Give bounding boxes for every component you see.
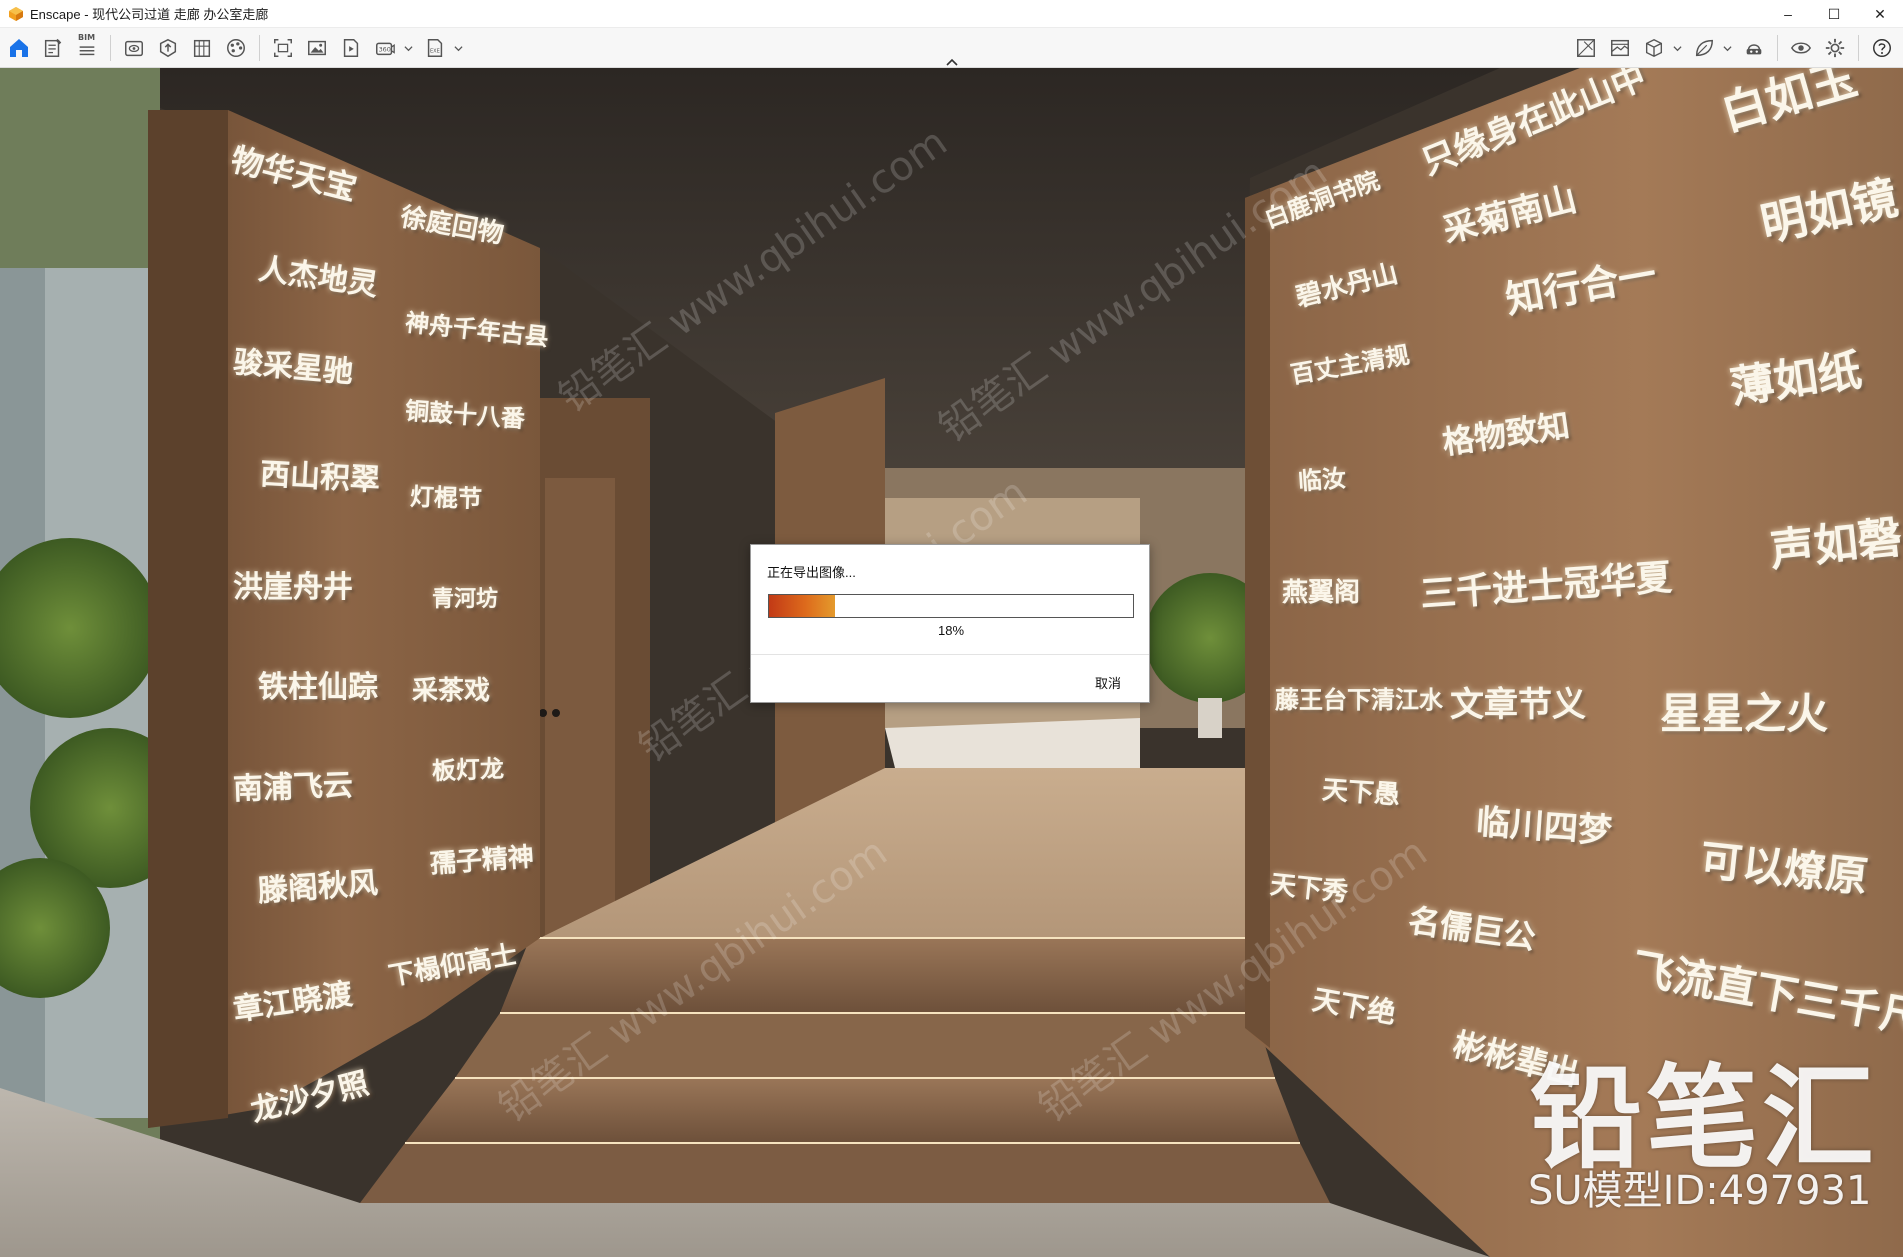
- vr-headset-icon: [1746, 44, 1762, 55]
- exe-export-icon: EXE: [427, 39, 443, 57]
- cancel-button[interactable]: 取消: [1089, 671, 1127, 694]
- toolbar-collapse-toggle[interactable]: [941, 56, 963, 68]
- wall-text-left: 西山积翠: [259, 456, 381, 499]
- svg-text:360: 360: [379, 46, 391, 54]
- image-export-icon: [308, 40, 326, 56]
- panorama-360-icon: 360: [376, 42, 395, 56]
- wall-text-left: 铁柱仙踪: [258, 670, 378, 705]
- toolbar-left-group: BIM 360 EXE: [2, 28, 468, 68]
- wall-text-left: 青河坊: [432, 586, 499, 612]
- upload-icon: [159, 38, 177, 58]
- leaf-dropdown-caret[interactable]: [1721, 32, 1733, 64]
- leaf-icon: [1695, 39, 1713, 57]
- window-controls: – ☐ ✕: [1765, 0, 1903, 28]
- document-button[interactable]: [38, 32, 68, 64]
- leaf-button[interactable]: [1689, 32, 1719, 64]
- progress-fill: [769, 595, 835, 617]
- wall-text-right: 星星之火: [1660, 689, 1829, 738]
- exe-export-button[interactable]: EXE: [420, 32, 450, 64]
- eye-icon: [1790, 42, 1812, 54]
- watermark-model-id: SU模型ID:497931: [1528, 1168, 1872, 1214]
- wall-text-right: 文章节义: [1450, 685, 1586, 725]
- chevron-down-icon: [453, 45, 463, 51]
- wall-text-left: 灯棍节: [409, 481, 483, 514]
- wall-text-left: 洪崖舟井: [233, 570, 353, 605]
- wall-text-left: 孺子精神: [429, 842, 535, 880]
- cube-button[interactable]: [1639, 32, 1669, 64]
- minimize-button[interactable]: –: [1765, 0, 1811, 28]
- panorama-360-button[interactable]: 360: [370, 32, 400, 64]
- asset-library-icon: [1577, 39, 1595, 57]
- video-export-button[interactable]: [336, 32, 366, 64]
- wall-text-right: 临汝: [1297, 463, 1347, 496]
- material-editor-icon: [1611, 39, 1629, 57]
- settings-icon: [1825, 38, 1845, 58]
- color-palette-button[interactable]: [221, 32, 251, 64]
- enscape-logo-icon: [9, 6, 23, 21]
- document-icon: [44, 38, 62, 57]
- wall-text-left: 滕阁秋风: [256, 865, 380, 910]
- dialog-title: 正在导出图像...: [767, 565, 856, 580]
- chevron-down-icon: [1722, 45, 1732, 51]
- bim-label: BIM: [78, 33, 96, 42]
- dialog-divider: [751, 654, 1149, 655]
- exe-dropdown-caret[interactable]: [452, 32, 464, 64]
- screenshot-icon: [274, 39, 292, 57]
- window-title: Enscape - 现代公司过道 走廊 办公室走廊: [30, 7, 269, 22]
- wall-text-right: 天下愚: [1321, 775, 1401, 811]
- wall-text-right: 燕翼阁: [1282, 578, 1361, 608]
- title-bar: Enscape - 现代公司过道 走廊 办公室走廊 – ☐ ✕: [0, 0, 1903, 28]
- wall-text-right: 声如磬: [1767, 512, 1903, 577]
- cube-dropdown-caret[interactable]: [1671, 32, 1683, 64]
- help-icon: [1873, 39, 1891, 57]
- asset-library-button[interactable]: [1571, 32, 1601, 64]
- toolbar-separator: [110, 35, 111, 61]
- home-icon: [10, 39, 28, 57]
- visibility-icon: [125, 40, 143, 57]
- building-button[interactable]: [187, 32, 217, 64]
- vr-headset-button[interactable]: [1739, 32, 1769, 64]
- bim-info-button[interactable]: BIM: [72, 32, 102, 64]
- toolbar-separator: [1777, 35, 1778, 61]
- help-button[interactable]: [1867, 32, 1897, 64]
- progress-bar: [768, 594, 1134, 618]
- toolbar-right-group: [1569, 28, 1899, 68]
- wall-text-left: 南浦飞云: [232, 767, 354, 808]
- wall-text-left: 板灯龙: [431, 753, 505, 786]
- maximize-button[interactable]: ☐: [1811, 0, 1857, 28]
- svg-text:EXE: EXE: [430, 49, 440, 55]
- wall-text-right: 藤王台下清江水: [1275, 685, 1443, 714]
- building-icon: [193, 39, 211, 57]
- toolbar-separator: [1858, 35, 1859, 61]
- cube-icon: [1645, 38, 1663, 58]
- upload-button[interactable]: [153, 32, 183, 64]
- video-export-icon: [343, 39, 359, 57]
- progress-percent: 18%: [937, 623, 965, 638]
- toolbar-separator: [259, 35, 260, 61]
- color-palette-icon: [227, 39, 245, 57]
- chevron-up-icon: [946, 58, 958, 66]
- export-progress-dialog: 正在导出图像... 18% 取消: [750, 544, 1150, 703]
- screenshot-button[interactable]: [268, 32, 298, 64]
- panorama-dropdown-caret[interactable]: [402, 32, 414, 64]
- wall-text-right: 天下秀: [1268, 870, 1350, 908]
- image-export-button[interactable]: [302, 32, 332, 64]
- visibility-button[interactable]: [119, 32, 149, 64]
- material-editor-button[interactable]: [1605, 32, 1635, 64]
- settings-button[interactable]: [1820, 32, 1850, 64]
- eye-button[interactable]: [1786, 32, 1816, 64]
- wall-text-left: 采茶戏: [412, 676, 491, 706]
- home-button[interactable]: [4, 32, 34, 64]
- wall-text-right: 临川四梦: [1474, 802, 1614, 852]
- close-button[interactable]: ✕: [1857, 0, 1903, 28]
- chevron-down-icon: [403, 45, 413, 51]
- chevron-down-icon: [1672, 45, 1682, 51]
